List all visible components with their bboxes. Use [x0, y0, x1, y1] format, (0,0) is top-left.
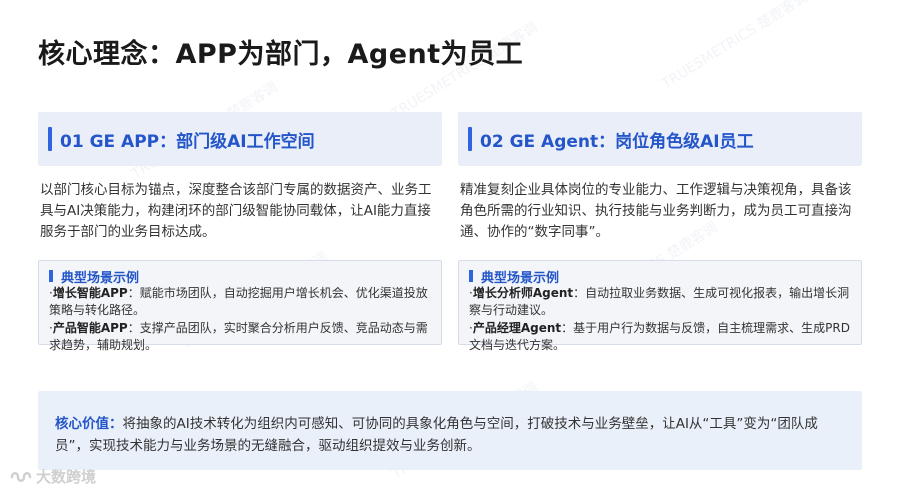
agent-heading: 02 GE Agent：岗位角色级AI员工	[480, 131, 754, 152]
agent-scenario-box: 典型场景示例 ·增长分析师Agent：自动拉取业务数据、生成可视化报表，输出增长…	[458, 260, 862, 352]
accent-bar	[468, 127, 472, 151]
core-value-text: 将抽象的AI技术转化为组织内可感知、可协同的具象化角色与空间，打破技术与业务壁垒…	[55, 416, 818, 454]
app-scenario-box: 典型场景示例 ·增长智能APP：赋能市场团队，自动挖掘用户增长机会、优化渠道投放…	[38, 260, 442, 352]
app-heading: 01 GE APP：部门级AI工作空间	[60, 131, 315, 152]
scenario-item: ·产品经理Agent：基于用户行为数据与反馈，自主梳理需求、生成PRD文档与迭代…	[469, 321, 850, 352]
scenario-item-name: 产品经理Agent	[472, 321, 562, 335]
logo-text: 大数跨境	[36, 468, 97, 486]
agent-column: 02 GE Agent：岗位角色级AI员工 精准复刻企业具体岗位的专业能力、工作…	[458, 112, 862, 352]
agent-heading-card: 02 GE Agent：岗位角色级AI员工	[458, 112, 862, 166]
scenario-heading: 典型场景示例	[49, 268, 431, 286]
app-column: 01 GE APP：部门级AI工作空间 以部门核心目标为锚点，深度整合该部门专属…	[38, 112, 442, 352]
accent-bar	[48, 127, 52, 151]
scenario-heading: 典型场景示例	[469, 268, 851, 286]
app-heading-card: 01 GE APP：部门级AI工作空间	[38, 112, 442, 166]
page-title: 核心理念：APP为部门，Agent为员工	[38, 39, 524, 70]
accent-bar	[469, 270, 473, 282]
accent-bar	[49, 270, 53, 282]
core-value-label: 核心价值：	[55, 416, 123, 432]
brand-logo: 大数跨境	[10, 466, 96, 487]
watermark: TRUESMETRICS 楚鹿客调	[659, 0, 811, 93]
scenario-item: ·产品智能APP：支撑产品团队，实时聚合分析用户反馈、竞品动态与需求趋势，辅助规…	[49, 321, 428, 352]
agent-description: 精准复刻企业具体岗位的专业能力、工作逻辑与决策视角，具备该角色所需的行业知识、执…	[460, 182, 852, 240]
scenario-title: 典型场景示例	[481, 270, 560, 286]
scenario-title: 典型场景示例	[61, 270, 140, 286]
scenario-item-name: 增长智能APP	[52, 286, 128, 300]
scenario-item-name: 增长分析师Agent	[472, 286, 574, 300]
scenario-item-name: 产品智能APP	[52, 321, 128, 335]
scenario-item: ·增长智能APP：赋能市场团队，自动挖掘用户增长机会、优化渠道投放策略与转化路径…	[49, 286, 428, 317]
core-value-box: 核心价值：将抽象的AI技术转化为组织内可感知、可协同的具象化角色与空间，打破技术…	[38, 391, 862, 470]
scenario-item: ·增长分析师Agent：自动拉取业务数据、生成可视化报表，输出增长洞察与行动建议…	[469, 286, 850, 317]
app-description: 以部门核心目标为锚点，深度整合该部门专属的数据资产、业务工具与AI决策能力，构建…	[40, 182, 432, 240]
logo-icon	[10, 471, 32, 482]
